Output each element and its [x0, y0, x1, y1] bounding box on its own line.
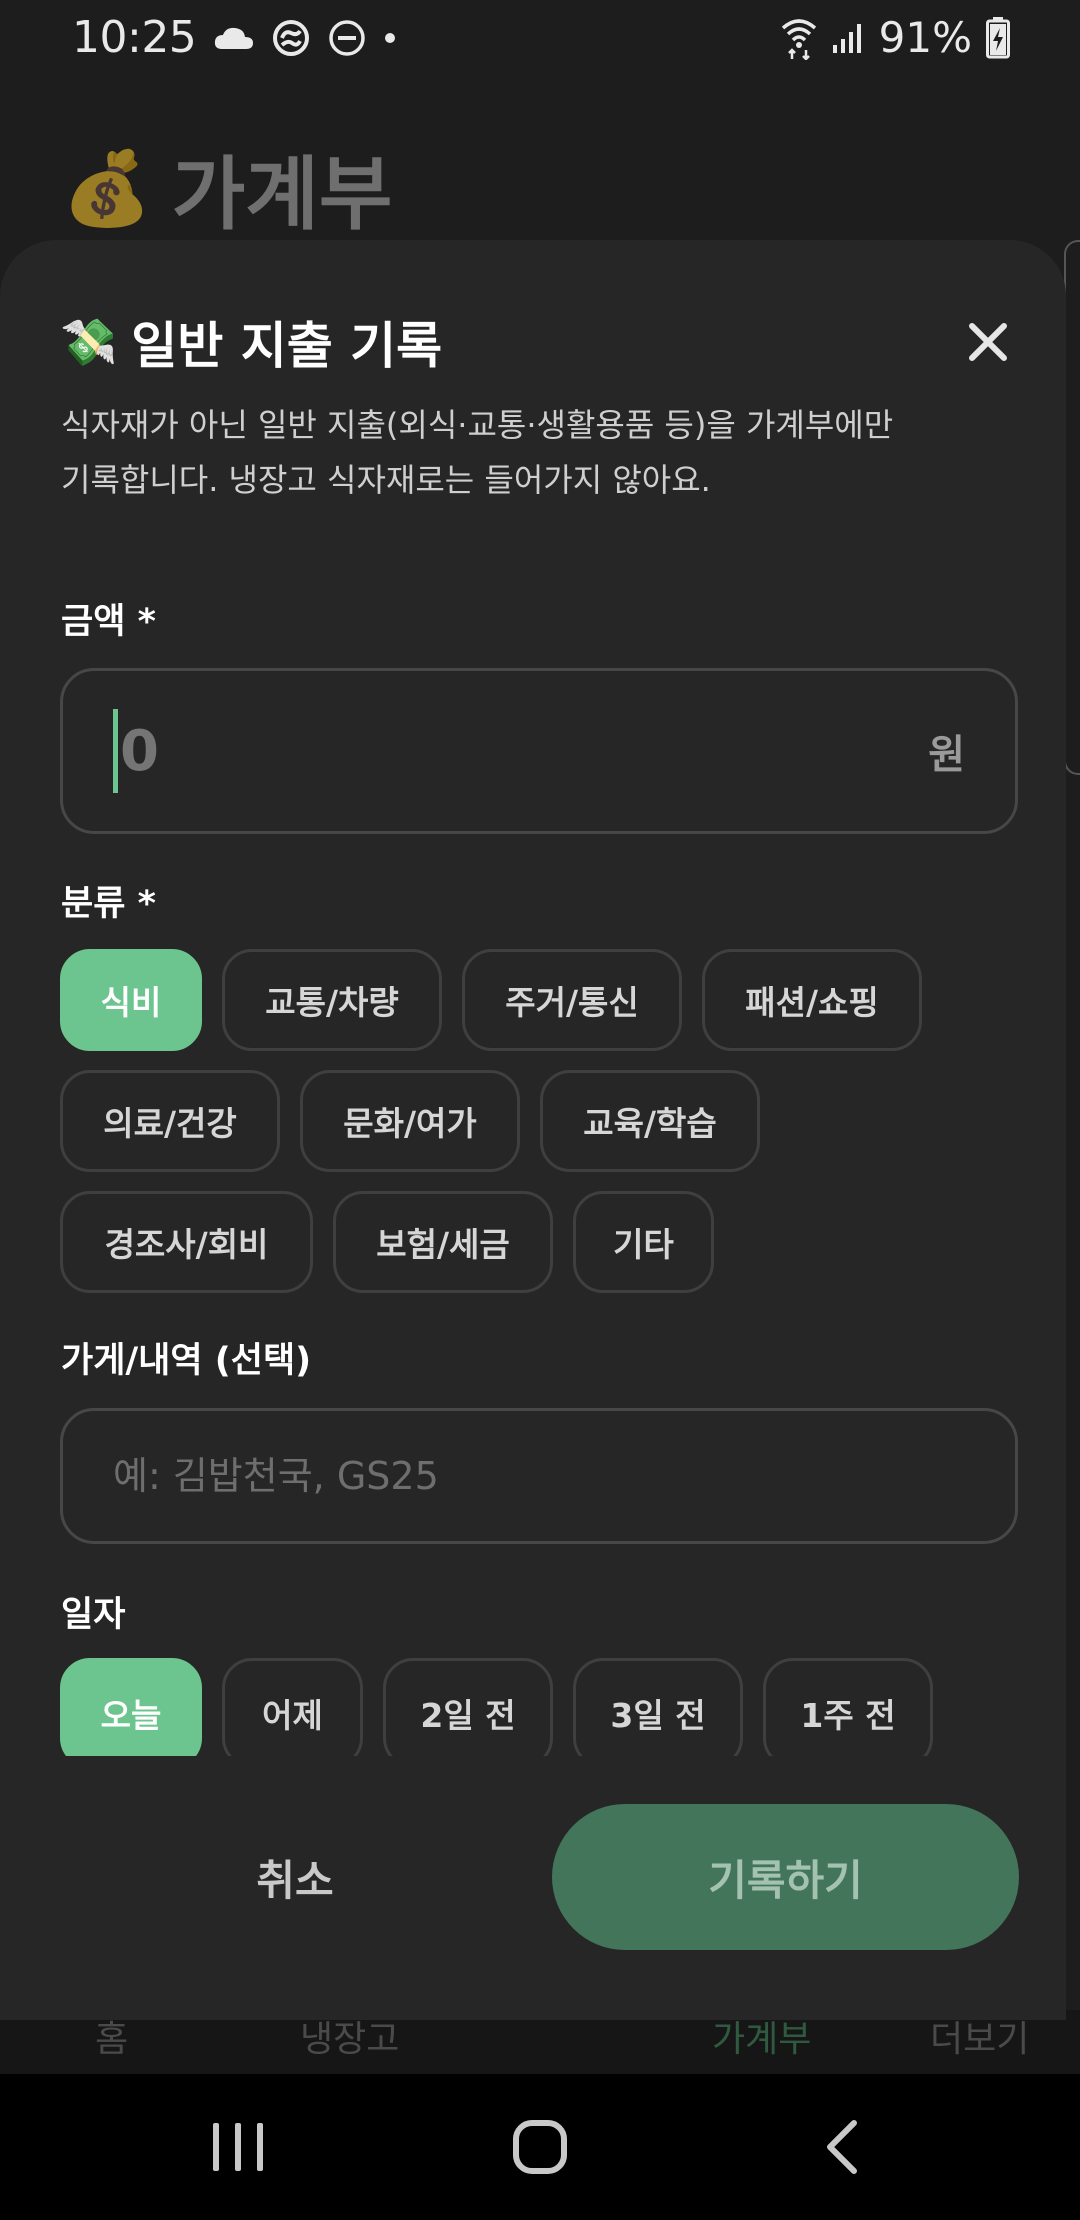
store-label: 가게/내역 (선택) — [61, 1341, 312, 1381]
expense-sheet: 💸 일반 지출 기록 식자재가 아닌 일반 지출(외식·교통·생활용품 등)을 … — [0, 240, 1066, 2020]
amount-label: 금액 * — [61, 602, 156, 642]
category-chip-education[interactable]: 교육/학습 — [540, 1070, 760, 1172]
money-with-wings-icon: 💸 — [60, 314, 118, 369]
home-button[interactable] — [460, 2074, 620, 2220]
category-row-2: 의료/건강 문화/여가 교육/학습 — [60, 1070, 760, 1172]
category-chip-housing[interactable]: 주거/통신 — [462, 949, 682, 1051]
store-field[interactable] — [60, 1408, 1018, 1544]
category-chip-food[interactable]: 식비 — [60, 949, 202, 1051]
date-row: 오늘 어제 2일 전 3일 전 1주 전 — [60, 1658, 1060, 1758]
date-chips: 오늘 어제 2일 전 3일 전 1주 전 — [60, 1658, 933, 1758]
amount-field[interactable]: 원 — [60, 668, 1018, 834]
back-button[interactable] — [762, 2074, 922, 2220]
sheet-title: 일반 지출 기록 — [131, 317, 443, 375]
background-title: 💰 가계부 — [62, 130, 392, 246]
sheet-header: 💸 일반 지출 기록 — [60, 306, 1018, 378]
category-chip-health[interactable]: 의료/건강 — [60, 1070, 280, 1172]
wifi-icon — [781, 18, 816, 60]
signal-icon — [832, 23, 861, 53]
category-chip-insurance[interactable]: 보험/세금 — [333, 1191, 553, 1293]
category-chip-transport[interactable]: 교통/차량 — [222, 949, 442, 1051]
battery-percentage: 91% — [878, 13, 972, 62]
system-nav-bar — [0, 2074, 1080, 2220]
status-right: 91% — [781, 13, 1010, 62]
date-chip-1-week-ago[interactable]: 1주 전 — [763, 1658, 933, 1758]
close-button[interactable] — [958, 312, 1018, 372]
status-bar: 10:25 91% — [0, 0, 1080, 75]
category-chip-fashion[interactable]: 패션/쇼핑 — [702, 949, 922, 1051]
category-row-3: 경조사/회비 보험/세금 기타 — [60, 1191, 714, 1293]
category-row-1: 식비 교통/차량 주거/통신 패션/쇼핑 — [60, 949, 922, 1051]
description-line-2: 기록합니다. 냉장고 식자재로는 들어가지 않아요. — [61, 461, 711, 499]
amount-input[interactable] — [120, 718, 820, 784]
dot-icon — [385, 32, 396, 43]
cancel-button[interactable]: 취소 — [60, 1804, 530, 1950]
date-chip-today[interactable]: 오늘 — [60, 1658, 202, 1758]
money-bag-icon: 💰 — [62, 145, 152, 230]
category-chip-other[interactable]: 기타 — [573, 1191, 714, 1293]
category-chip-events[interactable]: 경조사/회비 — [60, 1191, 313, 1293]
date-chip-3-days-ago[interactable]: 3일 전 — [573, 1658, 743, 1758]
background-scroll-edge — [1064, 240, 1080, 775]
home-icon — [513, 2120, 567, 2174]
sync-icon — [273, 19, 310, 56]
category-label: 분류 * — [61, 884, 156, 924]
date-chip-yesterday[interactable]: 어제 — [222, 1658, 363, 1758]
close-icon — [969, 323, 1007, 361]
date-chip-2-days-ago[interactable]: 2일 전 — [383, 1658, 553, 1758]
back-icon — [827, 2120, 857, 2174]
store-input[interactable] — [113, 1454, 965, 1498]
amount-unit: 원 — [928, 732, 965, 778]
description-line-1: 식자재가 아닌 일반 지출(외식·교통·생활용품 등)을 가계부에만 — [61, 406, 894, 444]
cloud-icon — [215, 27, 254, 49]
submit-button[interactable]: 기록하기 — [552, 1804, 1019, 1950]
text-cursor — [113, 709, 118, 793]
sheet-footer: 취소 기록하기 — [0, 1756, 1066, 2020]
sheet-description: 식자재가 아닌 일반 지출(외식·교통·생활용품 등)을 가계부에만 기록합니다… — [61, 398, 1021, 508]
status-left-icons — [214, 19, 396, 57]
category-chip-culture[interactable]: 문화/여가 — [300, 1070, 520, 1172]
recent-apps-icon — [213, 2123, 263, 2171]
battery-charging-icon — [986, 16, 1010, 58]
background-title-text: 가계부 — [171, 148, 393, 241]
do-not-disturb-icon — [329, 19, 366, 56]
recent-apps-button[interactable] — [158, 2074, 318, 2220]
status-time: 10:25 — [72, 12, 197, 63]
date-label: 일자 — [61, 1595, 126, 1635]
